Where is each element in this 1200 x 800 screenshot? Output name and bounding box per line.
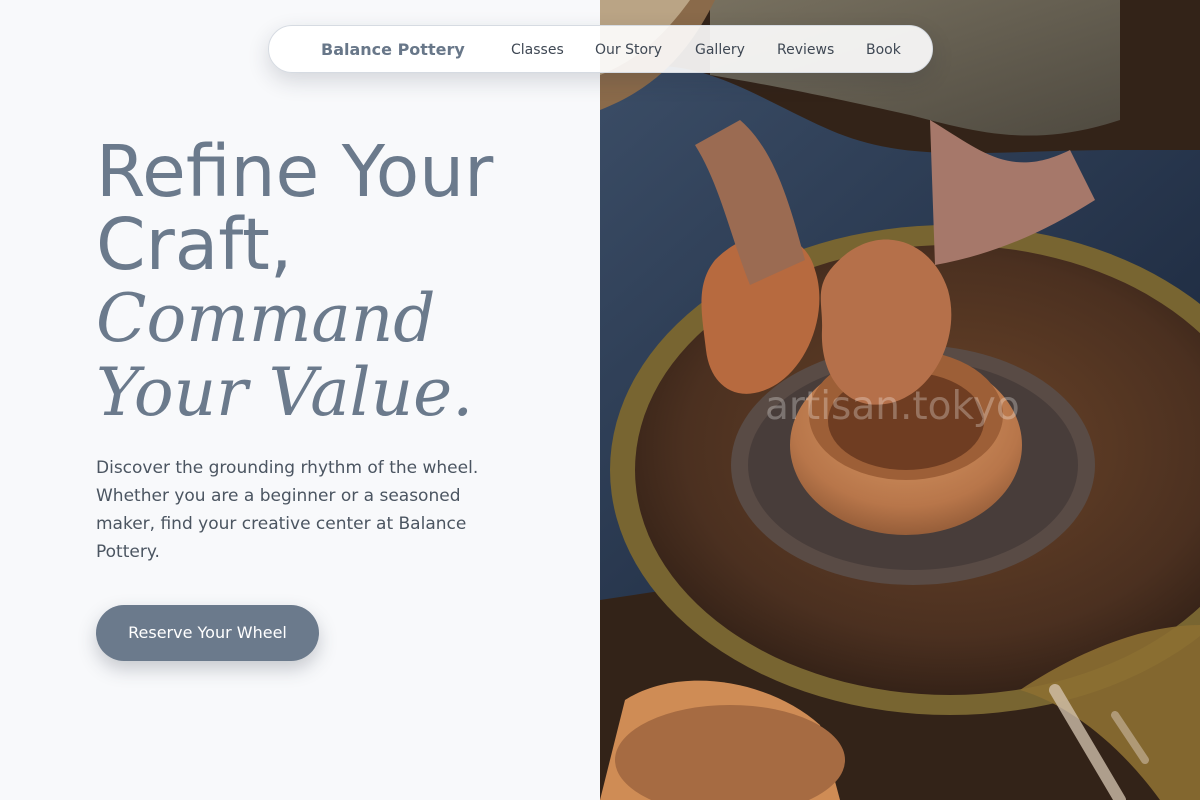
nav-item-reviews[interactable]: Reviews [777, 42, 834, 58]
nav-item-book[interactable]: Book [866, 42, 901, 58]
hero-headline-line-3: Command [96, 280, 436, 357]
photo-watermark: artisan.tokyo [765, 384, 1020, 429]
nav-item-gallery[interactable]: Gallery [695, 42, 745, 58]
nav-item-our-story[interactable]: Our Story [595, 42, 662, 58]
hero-description: Discover the grounding rhythm of the whe… [96, 458, 479, 562]
hero-text-panel: Refine Your Craft, Command Your Value. D… [0, 0, 600, 800]
top-navigation: Balance Pottery Classes Our Story Galler… [268, 25, 933, 73]
hero-headline-line-1: Refine Your [96, 130, 494, 213]
reserve-wheel-button[interactable]: Reserve Your Wheel [96, 605, 319, 661]
hero-headline-line-4: Your Value. [96, 354, 474, 431]
hero-headline-line-2: Craft, [96, 203, 293, 286]
brand-logo-text[interactable]: Balance Pottery [321, 40, 465, 59]
landing-page: Refine Your Craft, Command Your Value. D… [0, 0, 1200, 800]
nav-item-classes[interactable]: Classes [511, 42, 564, 58]
